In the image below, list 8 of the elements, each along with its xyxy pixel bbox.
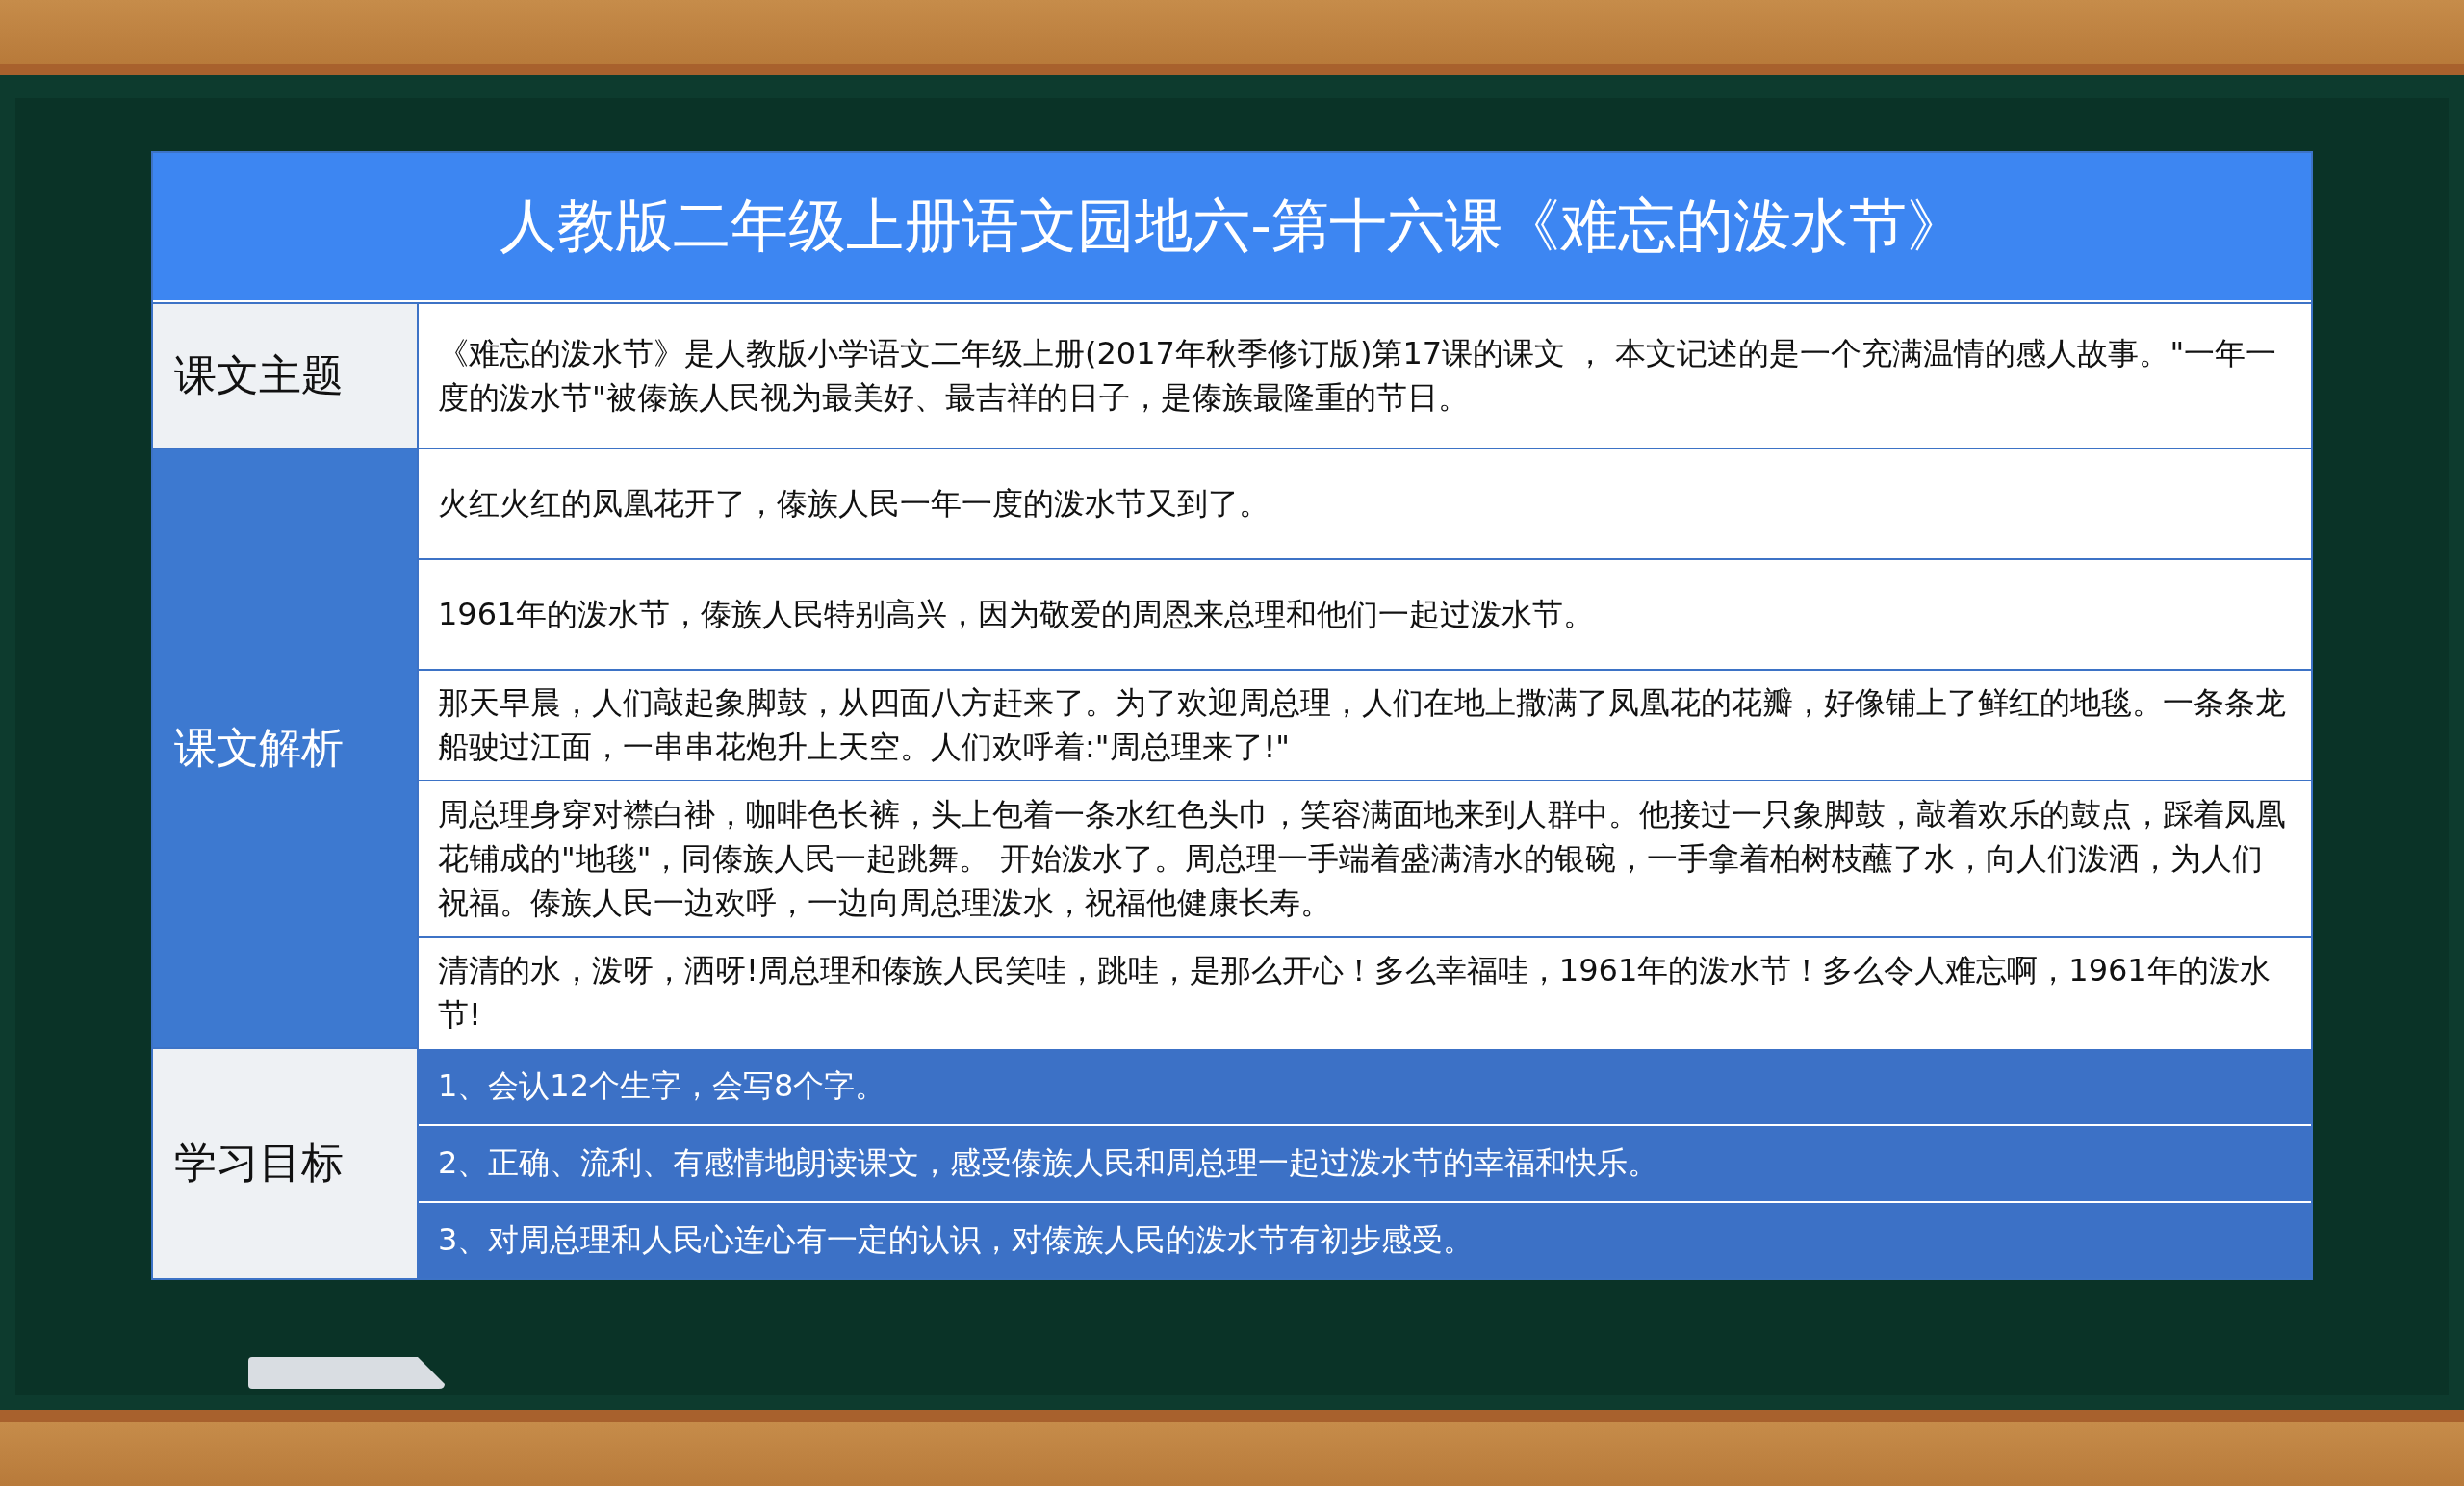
section-label: 课文主题: [153, 302, 419, 448]
chalk-eraser-icon: [248, 1357, 445, 1389]
table-cell: 2、正确、流利、有感情地朗读课文，感受傣族人民和周总理一起过泼水节的幸福和快乐。: [419, 1123, 2311, 1201]
section-label: 课文解析: [153, 447, 419, 1047]
table-title: 人教版二年级上册语文园地六-第十六课《难忘的泼水节》: [153, 153, 2311, 302]
table-cell: 3、对周总理和人民心连心有一定的认识，对傣族人民的泼水节有初步感受。: [419, 1200, 2311, 1278]
table-cell: 1、会认12个生字，会写8个字。: [419, 1046, 2311, 1124]
section-label: 学习目标: [153, 1046, 419, 1278]
